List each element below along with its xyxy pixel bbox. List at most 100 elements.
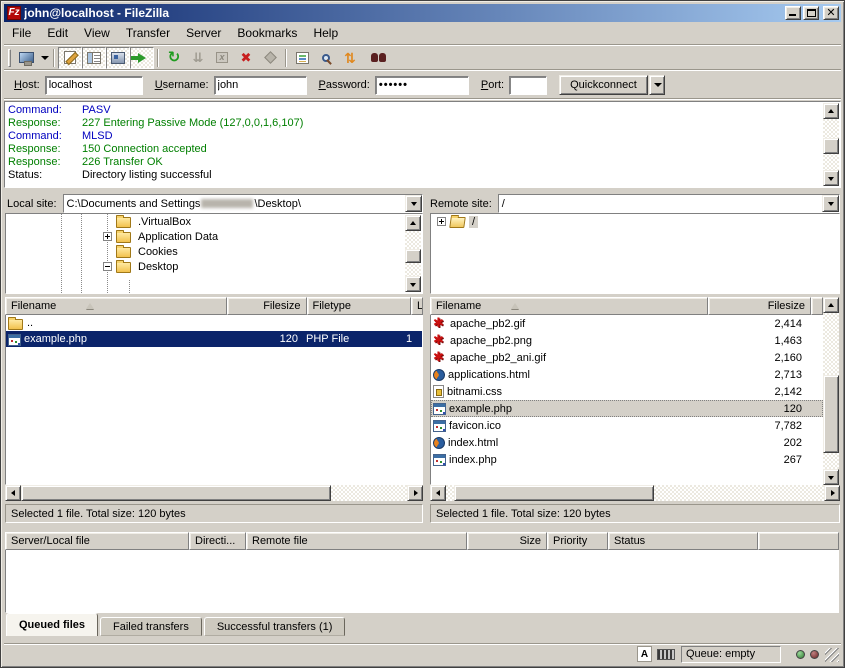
reconnect-button[interactable] — [258, 47, 282, 69]
column-filename[interactable]: Filename — [430, 297, 708, 315]
queue-body[interactable] — [5, 550, 839, 613]
scroll-left-button[interactable] — [5, 485, 21, 501]
file-row-parent-dir[interactable]: .. — [6, 315, 422, 331]
toggle-remote-tree-button[interactable] — [106, 47, 130, 69]
scroll-thumb[interactable] — [21, 485, 331, 501]
file-row[interactable]: index.html202 — [431, 434, 823, 451]
directory-comparison-button[interactable] — [314, 47, 338, 69]
menu-transfer[interactable]: Transfer — [118, 24, 178, 42]
site-manager-button[interactable] — [14, 47, 38, 69]
column-remote-file[interactable]: Remote file — [246, 532, 467, 550]
column-direction[interactable]: Directi... — [189, 532, 246, 550]
scroll-down-button[interactable] — [823, 170, 839, 186]
tree-item-desktop[interactable]: Desktop — [6, 259, 422, 274]
scroll-right-button[interactable] — [407, 485, 423, 501]
remote-site-dropdown[interactable] — [822, 195, 839, 212]
scroll-thumb[interactable] — [823, 375, 839, 453]
tab-failed-transfers[interactable]: Failed transfers — [100, 617, 202, 636]
local-list-header: Filename Filesize Filetype L — [5, 297, 423, 315]
menu-server[interactable]: Server — [178, 24, 229, 42]
collapse-icon[interactable] — [103, 262, 112, 271]
password-input[interactable] — [375, 76, 469, 95]
toggle-message-log-button[interactable] — [58, 47, 82, 69]
reconnect-icon — [264, 51, 277, 64]
menu-bookmarks[interactable]: Bookmarks — [229, 24, 305, 42]
toggle-transfer-queue-button[interactable] — [130, 47, 154, 69]
column-filesize[interactable]: Filesize — [227, 297, 307, 315]
scroll-up-button[interactable] — [823, 297, 839, 313]
expand-icon[interactable] — [103, 232, 112, 241]
file-row[interactable]: apache_pb2.png1,463 — [431, 332, 823, 349]
local-tree-scrollbar[interactable] — [405, 215, 421, 292]
file-row[interactable]: apache_pb2.gif2,414 — [431, 315, 823, 332]
log-scrollbar[interactable] — [823, 103, 839, 186]
cancel-icon: x — [216, 52, 228, 63]
tree-item-cookies[interactable]: Cookies — [6, 244, 422, 259]
column-filename[interactable]: Filename — [5, 297, 227, 315]
column-status[interactable]: Status — [608, 532, 758, 550]
file-row-example-php[interactable]: example.php 120 PHP File 1 — [6, 331, 422, 347]
tree-item-application-data[interactable]: Application Data — [6, 229, 422, 244]
file-row[interactable]: apache_pb2_ani.gif2,160 — [431, 349, 823, 366]
toggle-local-tree-button[interactable] — [82, 47, 106, 69]
scroll-up-button[interactable] — [823, 103, 839, 119]
tree-item-root[interactable]: / — [431, 214, 839, 229]
column-priority[interactable]: Priority — [547, 532, 608, 550]
scroll-down-button[interactable] — [405, 276, 421, 292]
menu-file[interactable]: File — [4, 24, 39, 42]
site-manager-dropdown[interactable] — [38, 47, 50, 69]
column-filesize[interactable]: Filesize — [708, 297, 811, 315]
directory-listing-filters-button[interactable] — [290, 47, 314, 69]
port-input[interactable] — [509, 76, 547, 95]
encryption-indicator-icon[interactable] — [657, 649, 675, 660]
host-input[interactable] — [45, 76, 143, 95]
quickconnect-button[interactable]: Quickconnect — [559, 75, 648, 95]
scroll-thumb[interactable] — [405, 249, 421, 263]
tree-item-virtualbox[interactable]: .VirtualBox — [6, 214, 422, 229]
menu-edit[interactable]: Edit — [39, 24, 76, 42]
scroll-right-button[interactable] — [824, 485, 840, 501]
column-size[interactable]: Size — [467, 532, 547, 550]
maximize-button[interactable] — [803, 6, 819, 20]
remote-site-combo[interactable]: / — [498, 194, 840, 213]
scroll-down-button[interactable] — [823, 469, 839, 485]
quickconnect-dropdown[interactable] — [649, 75, 665, 95]
menu-view[interactable]: View — [76, 24, 118, 42]
remote-list-scrollbar[interactable] — [823, 297, 839, 485]
disconnect-button[interactable]: ✖ — [234, 47, 258, 69]
tab-queued-files[interactable]: Queued files — [6, 613, 98, 636]
process-queue-icon: ⇊ — [193, 50, 204, 66]
column-last-modified[interactable]: L — [411, 297, 423, 315]
local-site-dropdown[interactable] — [405, 195, 422, 212]
scroll-left-button[interactable] — [430, 485, 446, 501]
separator — [4, 98, 841, 100]
menu-help[interactable]: Help — [305, 24, 346, 42]
minimize-button[interactable] — [785, 6, 801, 20]
close-button[interactable]: ✕ — [823, 6, 839, 20]
file-row-example-php[interactable]: example.php120 — [431, 400, 823, 417]
ascii-data-type-icon[interactable]: A — [637, 646, 652, 662]
username-input[interactable] — [214, 76, 307, 95]
local-tree-icon — [87, 52, 101, 64]
column-filetype[interactable]: Filetype — [307, 297, 412, 315]
column-server-local-file[interactable]: Server/Local file — [5, 532, 189, 550]
resize-grip[interactable] — [825, 648, 839, 662]
process-queue-button[interactable]: ⇊ — [186, 47, 210, 69]
refresh-button[interactable]: ↻ — [162, 47, 186, 69]
file-row[interactable]: bitnami.css2,142 — [431, 383, 823, 400]
scroll-up-button[interactable] — [405, 215, 421, 231]
find-files-button[interactable] — [362, 47, 386, 69]
local-list-hscrollbar[interactable] — [5, 485, 423, 501]
scroll-thumb[interactable] — [823, 138, 839, 154]
local-site-combo[interactable]: C:\Documents and Settings\Desktop\ — [63, 194, 423, 213]
remote-list-hscrollbar[interactable] — [430, 485, 840, 501]
file-row[interactable]: index.php267 — [431, 451, 823, 468]
file-row[interactable]: favicon.ico7,782 — [431, 417, 823, 434]
tab-successful-transfers[interactable]: Successful transfers (1) — [204, 617, 346, 636]
synchronized-browsing-button[interactable]: ⇅ — [338, 47, 362, 69]
cancel-operation-button[interactable]: x — [210, 47, 234, 69]
file-row[interactable]: applications.html2,713 — [431, 366, 823, 383]
scroll-thumb[interactable] — [454, 485, 654, 501]
toolbar-grip[interactable] — [8, 49, 11, 67]
expand-icon[interactable] — [437, 217, 446, 226]
